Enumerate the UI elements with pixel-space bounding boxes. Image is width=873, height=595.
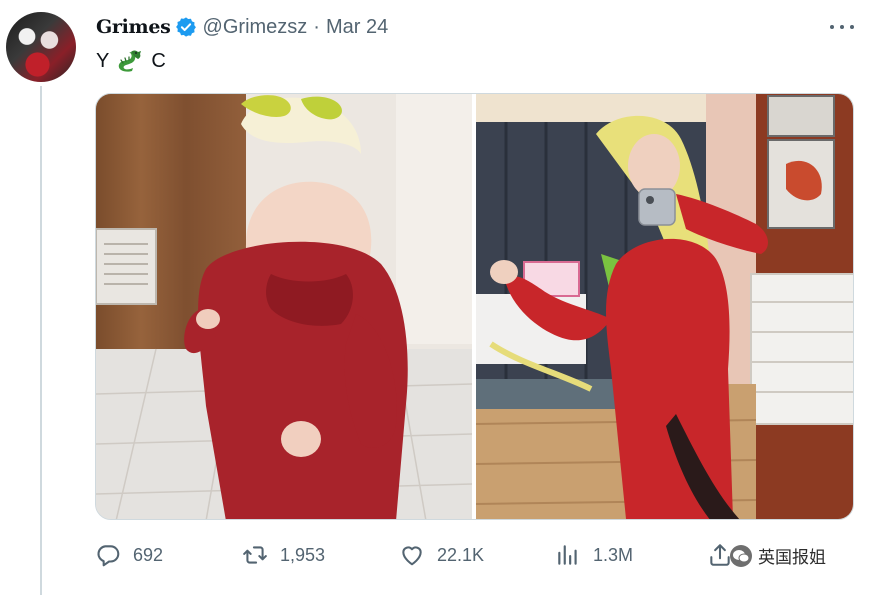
tweet-media[interactable]: [95, 93, 854, 520]
retweet-count: 1,953: [280, 544, 326, 565]
tweet-text: Y C: [96, 48, 166, 74]
photo-toddler-illustration: [96, 94, 473, 519]
like-count: 22.1K: [437, 544, 485, 565]
retweet-button[interactable]: 1,953: [242, 540, 325, 570]
user-handle[interactable]: @Grimezsz: [203, 16, 308, 39]
more-options-icon[interactable]: [826, 14, 858, 40]
reply-icon: [97, 545, 120, 567]
wechat-logo-icon: [730, 544, 752, 567]
reply-count: 692: [133, 544, 164, 565]
verified-badge-icon: [175, 16, 197, 38]
reply-button[interactable]: 692: [95, 540, 163, 570]
watermark: 英国报姐: [730, 543, 826, 568]
watermark-text: 英国报姐: [758, 548, 826, 567]
views-count: 1.3M: [593, 544, 634, 565]
thread-line: [40, 86, 42, 595]
display-name[interactable]: Grimes: [96, 16, 171, 38]
photo-mirror-selfie-illustration: [476, 94, 853, 519]
like-button[interactable]: 22.1K: [399, 540, 484, 570]
tweet-date[interactable]: Mar 24: [326, 16, 388, 39]
tweet-header: Grimes @Grimezsz · Mar 24: [96, 14, 388, 40]
tweet-text-start: Y: [96, 49, 110, 72]
tweet-text-end: C: [151, 49, 166, 72]
photo-toddler-red-outfit[interactable]: [96, 94, 473, 519]
views-button[interactable]: 1.3M: [555, 540, 633, 570]
separator-dot: ·: [313, 15, 320, 38]
avatar[interactable]: [6, 12, 76, 82]
views-chart-icon: [558, 545, 577, 565]
retweet-icon: [243, 546, 267, 564]
media-divider: [472, 94, 474, 519]
heart-icon: [402, 546, 422, 566]
dragon-emoji-icon: [115, 48, 145, 74]
photo-woman-mirror-selfie-red-jumpsuit[interactable]: [476, 94, 853, 519]
